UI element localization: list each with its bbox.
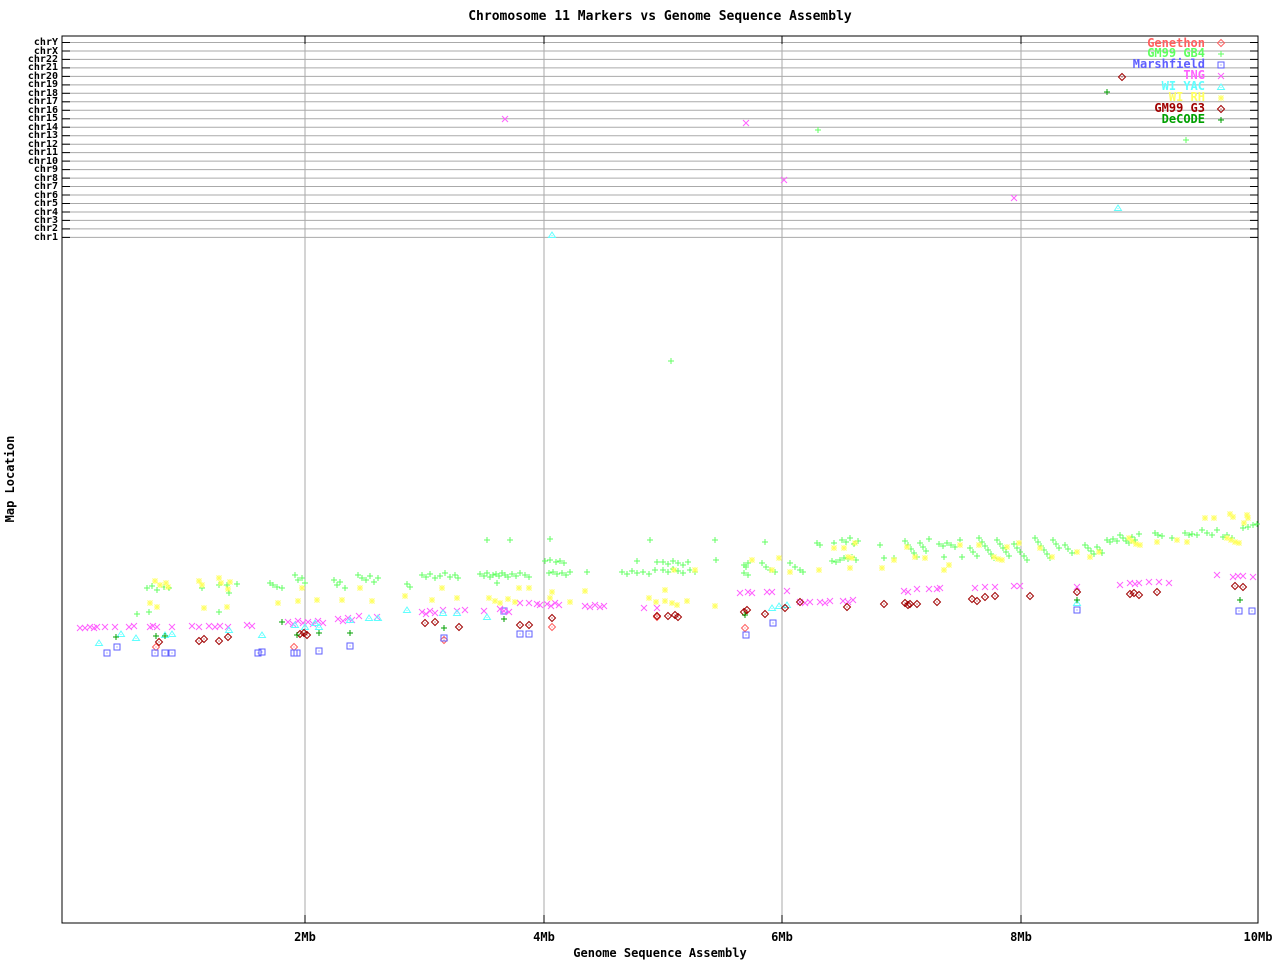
x-tick-2Mb: 2Mb xyxy=(294,930,316,944)
series-gm99-g3 xyxy=(154,72,1248,647)
series-wi-yac xyxy=(94,204,1123,646)
chart-canvas: Chromosome 11 Markers vs Genome Sequence… xyxy=(0,0,1280,960)
mb-gridlines xyxy=(304,36,1022,923)
plot-area xyxy=(61,35,1260,924)
x-axis-label: Genome Sequence Assembly xyxy=(573,946,747,960)
legend-label: WI YAC xyxy=(1161,79,1205,94)
legend-label: DeCODE xyxy=(1161,112,1205,127)
x-tick-6Mb: 6Mb xyxy=(771,930,793,944)
legend-label: Marshfield xyxy=(1132,57,1205,72)
x-tick-4Mb: 4Mb xyxy=(533,930,555,944)
series-genethon xyxy=(151,612,750,652)
legend-symbol-plus-icon xyxy=(1218,116,1224,123)
legend-item-decode: DeCODE xyxy=(945,112,1245,127)
x-tick-8Mb: 8Mb xyxy=(1010,930,1032,944)
x-tick-10Mb: 10Mb xyxy=(1243,930,1273,944)
series-decode xyxy=(113,89,1243,640)
chart-title: Chromosome 11 Markers vs Genome Sequence… xyxy=(468,9,852,24)
chr-label-chr1: chr1 xyxy=(33,231,58,243)
series-gm99-gb4 xyxy=(134,127,1260,617)
series-wi-rh xyxy=(147,511,1251,611)
y-axis-label: Map Location xyxy=(3,435,17,523)
plot-frame xyxy=(61,35,1259,924)
